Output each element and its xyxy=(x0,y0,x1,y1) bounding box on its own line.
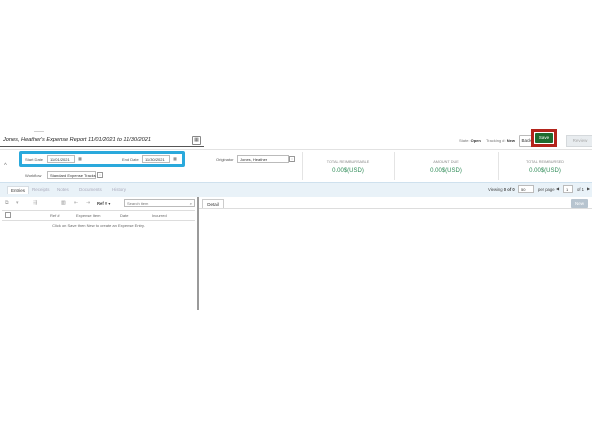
end-date-label: End Date xyxy=(122,157,139,162)
amount-due-label: AMOUNT DUE xyxy=(433,160,459,164)
ref-filter-dropdown[interactable]: Ref # ▾ xyxy=(97,201,111,206)
tab-entries[interactable]: Entries xyxy=(7,186,30,194)
per-page-label: per page xyxy=(538,187,555,192)
select-all-checkbox[interactable] xyxy=(5,212,11,218)
ref-filter-label: Ref # xyxy=(97,201,108,206)
copy-icon[interactable]: ⧉ xyxy=(5,200,9,206)
page-total: of 1 xyxy=(577,187,584,192)
column-date[interactable]: Date xyxy=(120,213,128,218)
start-date-label: Start Date xyxy=(25,157,44,162)
title-underline xyxy=(0,146,204,147)
calendar-icon[interactable]: ▦ xyxy=(172,156,178,162)
split-icon[interactable]: ⇶ xyxy=(33,200,37,206)
next-page-icon[interactable]: ▶ xyxy=(587,186,590,191)
tab-receipts[interactable]: Receipts xyxy=(32,187,50,192)
entries-table-header: Ref # Expense Item Date Incurred xyxy=(2,210,195,221)
search-input[interactable]: Search item ⌕ xyxy=(124,199,195,207)
workflow-label: Workflow xyxy=(25,173,42,178)
originator-label: Originator xyxy=(216,157,234,162)
search-icon[interactable]: ⌕ xyxy=(190,200,192,208)
total-reimbursed-label: TOTAL REIMBURSED xyxy=(525,160,565,164)
chevron-up-icon[interactable]: ^ xyxy=(4,163,7,169)
state-value: Open xyxy=(470,138,481,143)
title-edit-indicator xyxy=(34,131,44,132)
viewing-count: 0 of 0 xyxy=(503,187,515,192)
state-label: State: xyxy=(459,138,470,143)
workflow-select[interactable]: Standard Expense Tracks xyxy=(47,171,96,179)
total-reimbursed-value: 0.00$(USD) xyxy=(529,168,561,174)
tracking-status: Tracking #: New xyxy=(486,138,515,143)
total-reimbursable-value: 0.00$(USD) xyxy=(332,168,364,174)
calendar-icon[interactable]: ▦ xyxy=(192,136,201,145)
total-reimbursed: TOTAL REIMBURSED 0.00$(USD) xyxy=(498,160,592,174)
empty-table-message: Click on Save then New to create an Expe… xyxy=(52,223,145,228)
dropdown-icon[interactable]: ⋮ xyxy=(97,172,103,178)
tab-documents[interactable]: Documents xyxy=(79,187,102,192)
viewing-label: Viewing 0 of 0 xyxy=(488,187,515,192)
move-up-icon[interactable]: ⇤ xyxy=(74,200,78,206)
tracking-value: New xyxy=(506,138,515,143)
prev-page-icon[interactable]: ◀ xyxy=(556,186,559,191)
new-button[interactable]: New xyxy=(571,199,588,208)
search-placeholder: Search item xyxy=(127,201,149,206)
review-button[interactable]: Review xyxy=(566,135,592,147)
tab-notes[interactable]: Notes xyxy=(57,187,69,192)
page-size-select[interactable]: 50 xyxy=(518,185,534,193)
end-date-field[interactable]: 11/30/2021 xyxy=(142,155,170,163)
total-reimbursable: TOTAL REIMBURSABLE 0.00$(USD) xyxy=(302,160,394,174)
calendar-icon[interactable]: ▦ xyxy=(77,156,83,162)
total-reimbursable-label: TOTAL REIMBURSABLE xyxy=(326,160,370,164)
detail-divider xyxy=(199,208,592,209)
delete-icon[interactable]: ▾ xyxy=(16,200,19,206)
state-status: State: Open xyxy=(459,138,481,143)
tab-history[interactable]: History xyxy=(112,187,126,192)
header-divider xyxy=(0,149,592,150)
column-expense-item[interactable]: Expense Item xyxy=(76,213,100,218)
page-number-input[interactable]: 1 xyxy=(563,185,573,193)
page-title: Jones, Heather's Expense Report 11/01/20… xyxy=(3,137,151,143)
tracking-label: Tracking #: xyxy=(486,138,506,143)
dropdown-icon[interactable]: ⋮ xyxy=(289,156,295,162)
move-down-icon[interactable]: ⇥ xyxy=(86,200,90,206)
originator-select[interactable]: Jones, Heather xyxy=(237,155,289,163)
viewing-text: Viewing xyxy=(488,187,503,192)
amount-due: AMOUNT DUE 0.00$(USD) xyxy=(394,160,498,174)
column-ref[interactable]: Ref # xyxy=(50,213,60,218)
save-button[interactable]: Save xyxy=(535,133,553,143)
amount-due-value: 0.00$(USD) xyxy=(430,168,462,174)
start-date-field[interactable]: 11/01/2021 xyxy=(47,155,75,163)
column-incurred[interactable]: Incurred xyxy=(152,213,167,218)
chart-icon[interactable]: ▥ xyxy=(61,200,66,206)
